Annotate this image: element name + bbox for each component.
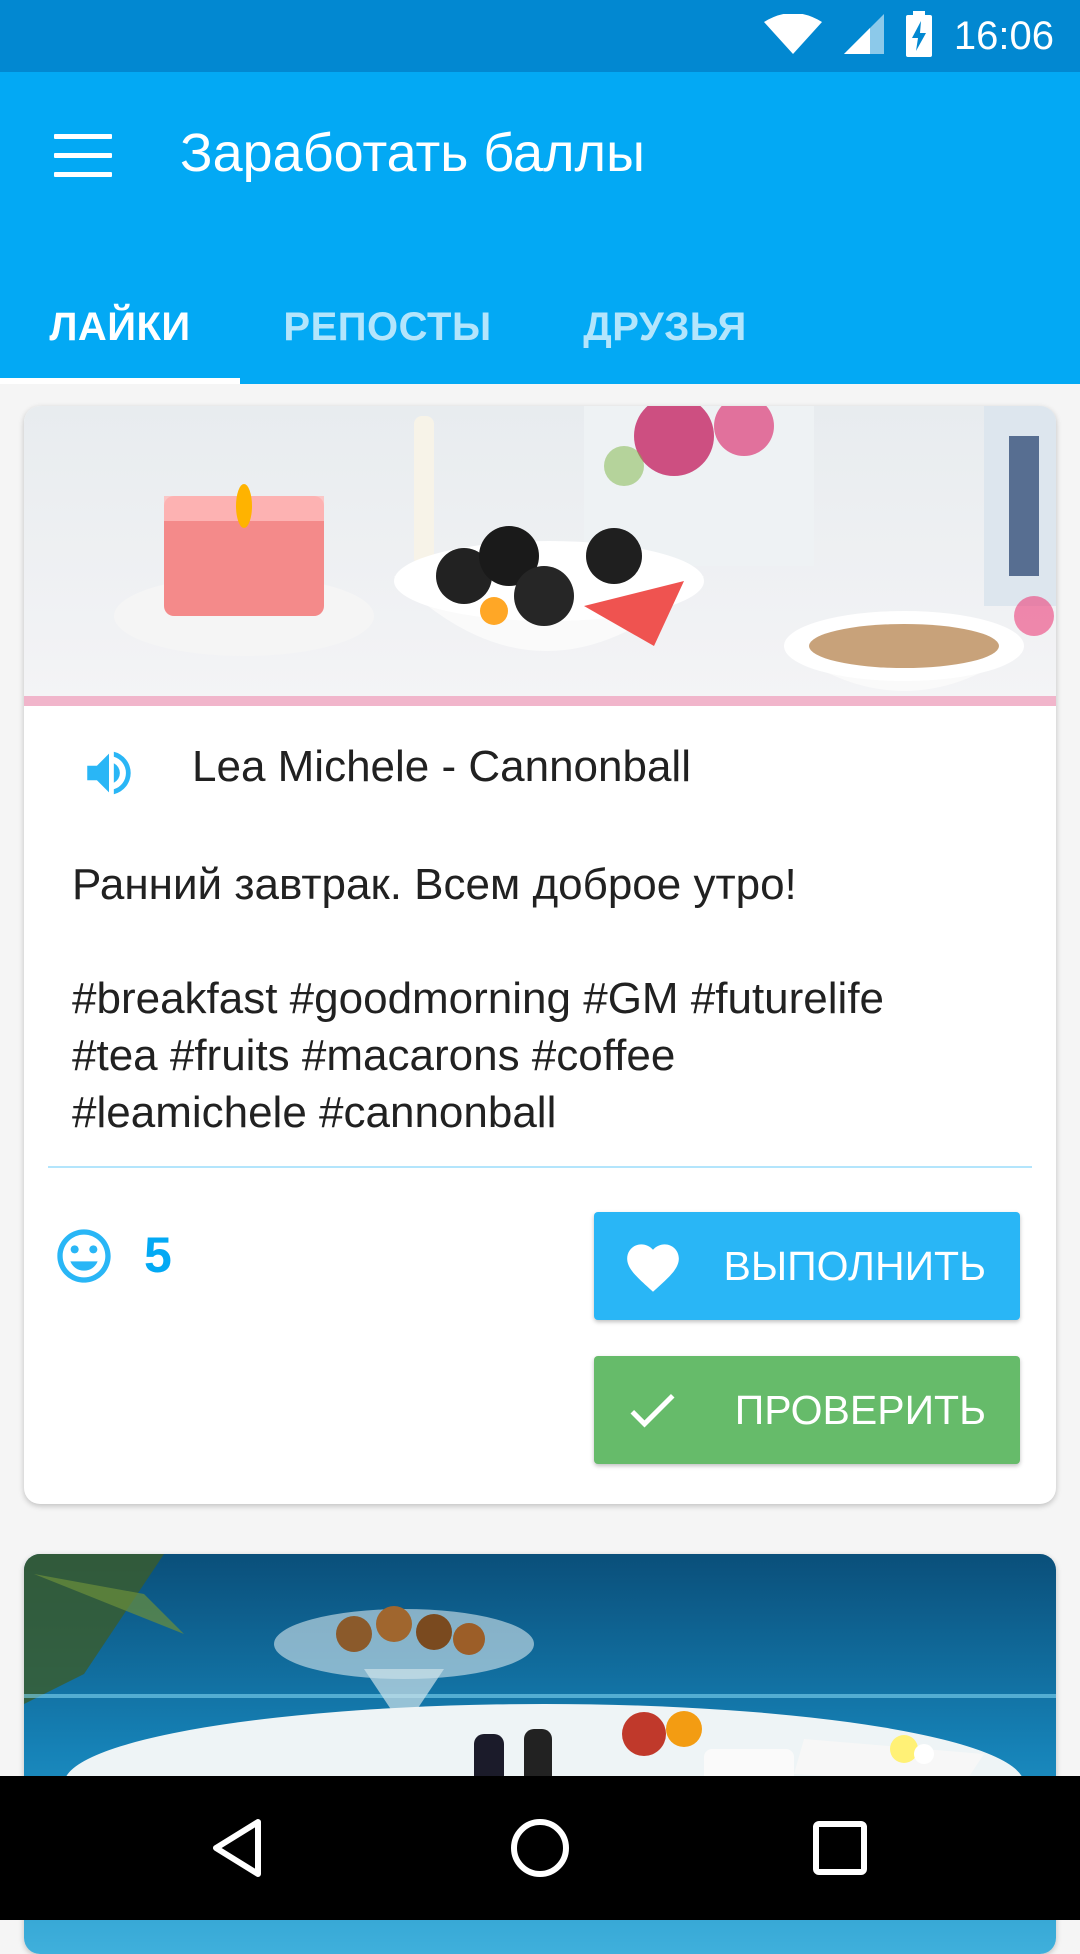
heart-icon	[622, 1236, 684, 1304]
do-button-label: ВЫПОЛНИТЬ	[723, 1242, 986, 1289]
tab-indicator	[0, 378, 240, 384]
back-icon[interactable]	[200, 1808, 280, 1888]
audio-track[interactable]: Lea Michele - Cannonball	[24, 706, 1056, 836]
signal-icon	[843, 14, 884, 58]
speaker-icon	[80, 744, 138, 806]
hashtags-line: #tea #fruits #macarons #coffee	[72, 1031, 676, 1080]
do-button[interactable]: ВЫПОЛНИТЬ	[594, 1212, 1020, 1320]
home-icon[interactable]	[500, 1808, 580, 1888]
app-bar: Заработать баллы ЛАЙКИ РЕПОСТЫ ДРУЗЬЯ	[0, 72, 1080, 384]
post-photo	[24, 406, 1056, 706]
post-card: Lea Michele - Cannonball Ранний завтрак.…	[24, 406, 1056, 1504]
status-bar: 16:06	[0, 0, 1080, 72]
track-title: Lea Michele - Cannonball	[192, 742, 691, 791]
check-button-label: ПРОВЕРИТЬ	[734, 1386, 986, 1433]
battery-charging-icon	[905, 11, 932, 61]
points-count: 5	[144, 1227, 172, 1283]
tab-reposts[interactable]: РЕПОСТЫ	[260, 270, 515, 384]
menu-icon[interactable]	[54, 134, 112, 178]
divider	[48, 1166, 1032, 1168]
tab-friends[interactable]: ДРУЗЬЯ	[560, 270, 770, 384]
check-button[interactable]: ПРОВЕРИТЬ	[594, 1356, 1020, 1464]
hashtags-line: #leamichele #cannonball	[72, 1088, 557, 1137]
recents-icon[interactable]	[800, 1808, 880, 1888]
wifi-icon	[763, 13, 822, 58]
hashtags-line: #breakfast #goodmorning #GM #futurelife	[72, 974, 885, 1023]
post-text: Ранний завтрак. Всем доброе утро! #break…	[72, 856, 1022, 1141]
page-title: Заработать баллы	[180, 123, 645, 183]
checkmark-icon	[622, 1380, 682, 1450]
smiley-icon	[52, 1224, 116, 1292]
navigation-bar	[0, 1776, 1080, 1920]
clock: 16:06	[953, 13, 1054, 58]
post-caption: Ранний завтрак. Всем доброе утро!	[72, 860, 797, 909]
tab-bar: ЛАЙКИ РЕПОСТЫ ДРУЗЬЯ	[0, 270, 1080, 384]
tab-likes[interactable]: ЛАЙКИ	[0, 270, 240, 384]
